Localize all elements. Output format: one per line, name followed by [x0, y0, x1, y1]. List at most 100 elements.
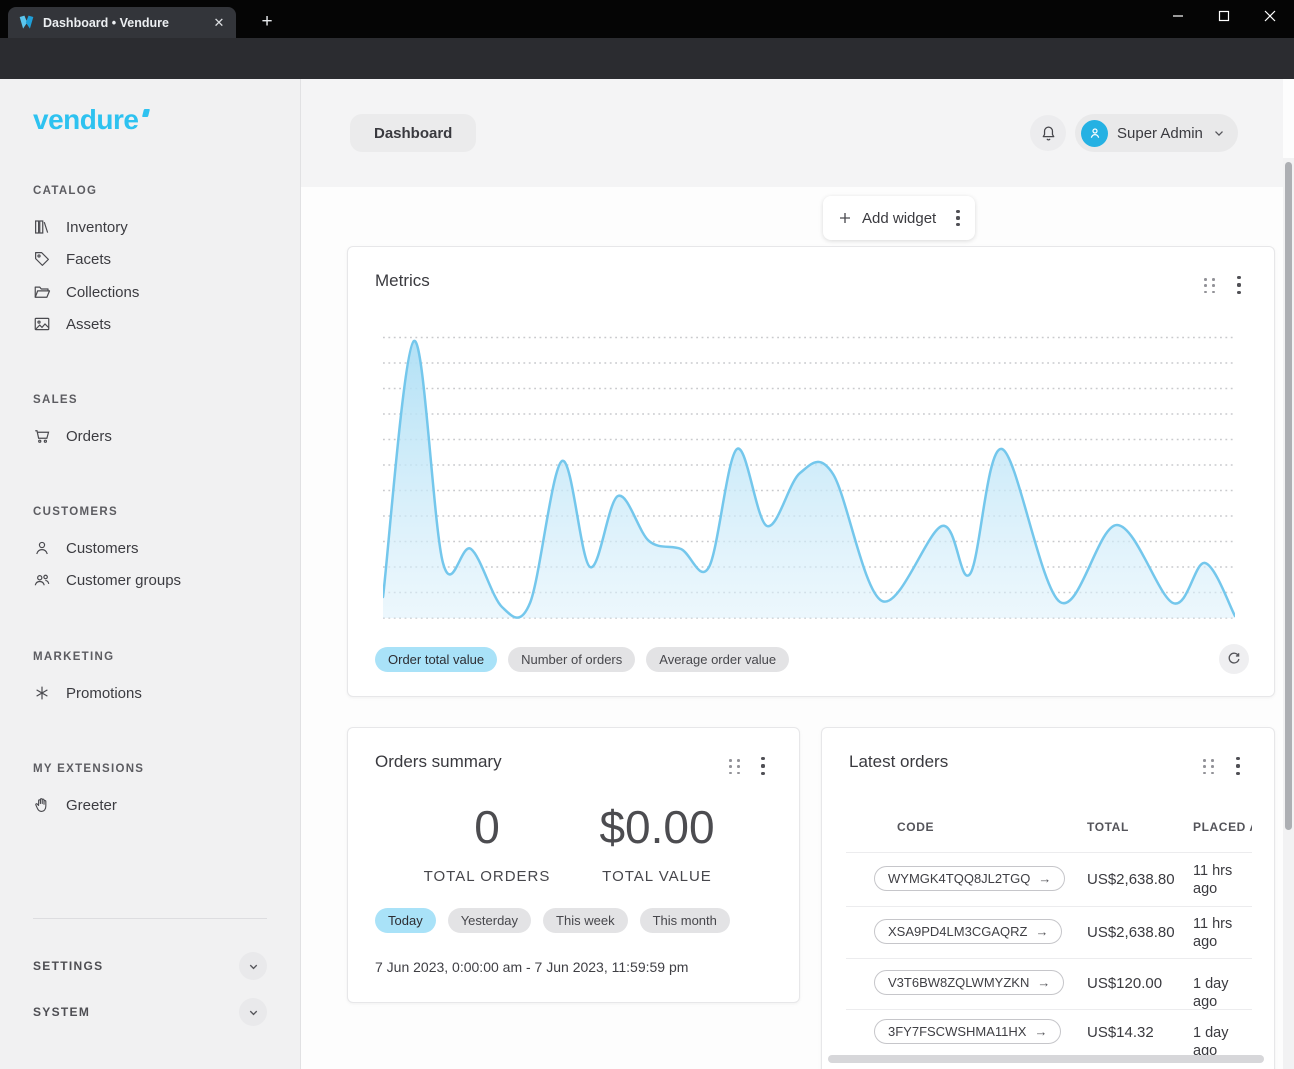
vendure-logo-mark-icon: [142, 109, 150, 117]
new-tab-button[interactable]: +: [256, 12, 278, 34]
refresh-icon: [1226, 651, 1242, 667]
window-close-button[interactable]: [1247, 0, 1293, 31]
browser-tab[interactable]: Dashboard • Vendure ✕: [8, 7, 236, 38]
sidebar-divider: [33, 918, 267, 919]
order-placed-at: 11 hrs ago: [1193, 915, 1252, 951]
chevron-down-icon: [247, 1006, 260, 1019]
order-code-link[interactable]: XSA9PD4LM3CGAQRZ →: [874, 919, 1062, 944]
total-value-value: $0.00: [577, 800, 737, 854]
metric-tab-order-total-value[interactable]: Order total value: [375, 647, 497, 672]
order-code-link[interactable]: V3T6BW8ZQLWMYZKN→: [874, 970, 1064, 995]
filter-today[interactable]: Today: [375, 908, 436, 933]
widget-menu-icon[interactable]: [756, 757, 770, 775]
settings-label: SETTINGS: [33, 959, 103, 973]
section-label-my-extensions: MY EXTENSIONS: [33, 763, 144, 775]
total-orders-value: 0: [407, 800, 567, 854]
date-range-text: 7 Jun 2023, 0:00:00 am - 7 Jun 2023, 11:…: [375, 959, 688, 975]
column-header-code: CODE: [897, 820, 934, 834]
inventory-icon: [33, 218, 51, 236]
vendure-logo[interactable]: vendure: [33, 104, 146, 136]
order-code-link[interactable]: WYMGK4TQQ8JL2TGQ→: [874, 866, 1065, 891]
arrow-right-icon: →: [1035, 924, 1048, 939]
sidebar-item-orders[interactable]: Orders: [24, 420, 274, 452]
plus-icon: [837, 210, 853, 226]
sidebar-item-label: Customers: [66, 540, 139, 557]
widget-layout-menu-icon[interactable]: [951, 210, 965, 226]
user-icon: [1087, 125, 1103, 141]
order-code-link[interactable]: 3FY7FSCWSHMA11HX→: [874, 1019, 1061, 1044]
order-code: V3T6BW8ZQLWMYZKN: [888, 975, 1029, 990]
sidebar-item-customers[interactable]: Customers: [24, 532, 274, 564]
bell-icon: [1039, 124, 1058, 143]
sidebar-item-customer-groups[interactable]: Customer groups: [24, 564, 274, 596]
sidebar-item-promotions[interactable]: Promotions: [24, 677, 274, 709]
orders-summary-widget: Orders summary 0 TOTAL ORDERS $0.00 TOTA…: [347, 727, 800, 1003]
order-code: XSA9PD4LM3CGAQRZ: [888, 924, 1027, 939]
latest-orders-widget: Latest orders CODE TOTAL PLACED AT WYMGK…: [821, 727, 1275, 1069]
vendure-logo-text: vendure: [33, 104, 138, 135]
browser-toolbar: ! localhost:3000/admin/: [0, 38, 1294, 79]
widget-menu-icon[interactable]: [1232, 276, 1246, 294]
horizontal-scrollbar[interactable]: [828, 1055, 1264, 1063]
sidebar-item-greeter[interactable]: Greeter: [24, 789, 274, 821]
section-label-sales: SALES: [33, 394, 78, 406]
system-expand-button[interactable]: [239, 998, 267, 1026]
settings-expand-button[interactable]: [239, 952, 267, 980]
drag-handle-icon[interactable]: [729, 759, 742, 775]
filter-this-month[interactable]: This month: [640, 908, 730, 933]
notifications-button[interactable]: [1030, 115, 1066, 151]
window-minimize-button[interactable]: [1155, 0, 1201, 31]
widget-title: Latest orders: [849, 752, 948, 772]
sidebar-item-label: Assets: [66, 316, 111, 333]
vendure-favicon-icon: [18, 15, 35, 30]
metric-tab-number-of-orders[interactable]: Number of orders: [508, 647, 635, 672]
section-label-marketing: MARKETING: [33, 651, 114, 663]
sidebar-section-settings[interactable]: SETTINGS: [33, 952, 267, 980]
add-widget-button[interactable]: Add widget: [862, 210, 951, 227]
sidebar-section-system[interactable]: SYSTEM: [33, 998, 267, 1026]
sidebar-item-assets[interactable]: Assets: [24, 308, 274, 340]
add-widget-card: Add widget: [823, 196, 975, 240]
sidebar-item-facets[interactable]: Facets: [24, 243, 274, 275]
promotions-icon: [33, 684, 51, 702]
tab-title: Dashboard • Vendure: [43, 16, 210, 30]
scrollbar-thumb[interactable]: [1285, 162, 1292, 830]
page-header: Dashboard Super Admin: [301, 79, 1283, 187]
tab-close-icon[interactable]: ✕: [210, 14, 228, 32]
widget-title: Metrics: [375, 271, 430, 291]
greeter-hand-icon: [33, 796, 51, 814]
filter-yesterday[interactable]: Yesterday: [448, 908, 531, 933]
sidebar-item-label: Promotions: [66, 685, 142, 702]
order-total: US$2,638.80: [1087, 871, 1175, 888]
total-orders-stat: 0 TOTAL ORDERS: [407, 800, 567, 885]
sidebar: vendure CATALOG Inventory Facets Collect…: [0, 79, 301, 1069]
sidebar-item-label: Customer groups: [66, 572, 181, 589]
vendure-admin-app: vendure CATALOG Inventory Facets Collect…: [0, 79, 1294, 1069]
metric-tab-average-order-value[interactable]: Average order value: [646, 647, 789, 672]
order-placed-at: 11 hrs ago: [1193, 862, 1252, 898]
widget-menu-icon[interactable]: [1231, 757, 1245, 775]
metrics-area-chart: [383, 331, 1235, 621]
customer-icon: [33, 539, 51, 557]
sidebar-item-label: Greeter: [66, 797, 117, 814]
sidebar-item-label: Facets: [66, 251, 111, 268]
sidebar-item-inventory[interactable]: Inventory: [24, 211, 274, 243]
drag-handle-icon[interactable]: [1203, 759, 1216, 775]
user-avatar: [1081, 120, 1108, 147]
breadcrumb[interactable]: Dashboard: [350, 114, 476, 152]
refresh-button[interactable]: [1219, 644, 1249, 674]
page-scrollbar[interactable]: [1283, 158, 1294, 1069]
user-menu[interactable]: Super Admin: [1075, 114, 1238, 152]
sidebar-item-collections[interactable]: Collections: [24, 276, 274, 308]
filter-this-week[interactable]: This week: [543, 908, 628, 933]
window-maximize-button[interactable]: [1201, 0, 1247, 31]
column-header-placed-at: PLACED AT: [1193, 820, 1252, 834]
column-header-total: TOTAL: [1087, 820, 1129, 834]
arrow-right-icon: →: [1034, 1024, 1047, 1039]
system-label: SYSTEM: [33, 1005, 90, 1019]
sidebar-item-label: Orders: [66, 428, 112, 445]
drag-handle-icon[interactable]: [1204, 278, 1217, 294]
order-total: US$2,638.80: [1087, 924, 1175, 941]
orders-cart-icon: [33, 427, 51, 445]
total-value-stat: $0.00 TOTAL VALUE: [577, 800, 737, 885]
